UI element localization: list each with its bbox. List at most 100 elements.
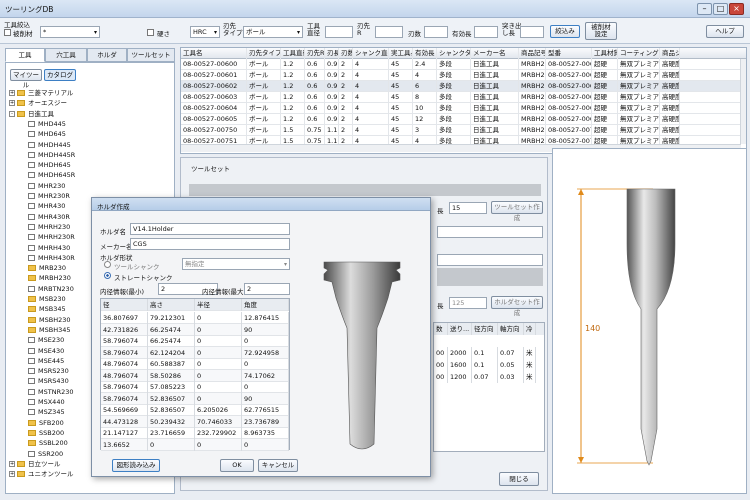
table-row[interactable]: 08-00527-00603 ボール 1.2 0.6 0.9 2 4 45 8 多段 日進工具 MRB… [181,92,740,103]
shape-table-row[interactable]: 13.6652 0 0 0 [101,438,289,451]
shape-table-row[interactable]: 21.147127 23.716659 232.729902 8.963735 [101,427,289,439]
column-header[interactable]: 刃先タイプ [247,48,281,59]
tree-item[interactable]: MHDH445 [28,141,71,150]
tree-item[interactable]: MSRS230 [28,367,69,376]
column-header[interactable]: 刃先R [305,48,325,59]
tree-item[interactable]: MHR230 [28,182,65,191]
tree-item[interactable]: MSRS430 [28,377,69,386]
effective-len-input[interactable] [474,26,498,38]
my-tool-button[interactable]: マイツール [10,69,42,89]
shape-table-row[interactable]: 58.796074 62.124204 0 72.924958 [101,346,289,359]
tab-tool[interactable]: 工具 [5,48,45,62]
shape-table-cell[interactable]: 半径 [195,299,242,311]
shape-table-cell[interactable]: 66.25474 [148,335,195,347]
shape-table-cell[interactable]: 42.731826 [101,323,148,336]
shape-table-cell[interactable]: 74.17062 [242,369,289,382]
table-row[interactable]: 08-00527-00605 ボール 1.2 0.6 0.9 2 4 45 12 多段 日進工具 MR… [181,114,740,125]
maximize-icon[interactable]: □ [713,3,728,15]
tree-item[interactable]: MHRH230R [28,233,75,242]
shape-table-cell[interactable]: 44.473128 [101,415,148,428]
expand-icon[interactable]: + [9,90,15,96]
table-row[interactable]: 08-00527-00602 ボール 1.2 0.6 0.9 2 4 45 6 多段 日進工具 MRB… [181,81,740,92]
shape-table-cell[interactable]: 23.716659 [148,427,195,439]
tree-item[interactable]: MHRH230 [28,223,70,232]
tool-shank-select[interactable]: 無指定 [182,258,290,270]
tree-item[interactable]: + ユニオンツール [9,470,74,479]
shape-table-cell[interactable]: 58.796074 [101,346,148,359]
shape-table-cell[interactable]: 58.50286 [148,369,195,382]
shape-table-cell[interactable]: 角度 [242,299,289,311]
table-row[interactable]: 08-00527-00601 ボール 1.2 0.6 0.9 2 4 45 4 多段 日進工具 MRB… [181,70,740,81]
flutes-input[interactable] [424,26,448,38]
expand-icon[interactable]: + [9,100,15,107]
grid-vscrollbar[interactable] [740,59,746,144]
shape-table-cell[interactable]: 232.729902 [195,427,242,439]
tree-item[interactable]: + 三菱マテリアル [9,89,73,98]
shape-table-row[interactable]: 48.796074 60.588387 0 0 [101,358,289,370]
material-select[interactable]: * [40,26,100,38]
shape-table-cell[interactable]: 0 [195,335,242,347]
tree-item[interactable]: MHDH645R [28,171,75,180]
shape-table-cell[interactable]: 0 [195,358,242,370]
help-button[interactable]: ヘルプ [706,25,744,38]
tree-item[interactable]: MHRH430R [28,254,75,263]
tree-item[interactable]: - 日進工具 [9,110,54,119]
shape-table-cell[interactable]: 13.6652 [101,438,148,451]
catalog-button[interactable]: カタログ [44,69,76,81]
close-icon[interactable]: × [729,3,744,15]
tip-r-input[interactable] [375,26,403,38]
shape-table-cell[interactable]: 高さ [148,299,195,311]
shape-table-cell[interactable]: 48.796074 [101,358,148,370]
expand-icon[interactable]: + [9,460,15,467]
shape-table-row[interactable]: 42.731826 66.25474 0 90 [101,323,289,336]
protrusion-input[interactable] [520,26,544,38]
shape-table-cell[interactable]: 0 [195,369,242,382]
shape-table-cell[interactable]: 72.924958 [242,346,289,359]
tree-item[interactable]: MSE445 [28,357,64,366]
material-settings-button[interactable]: 被削材 設定 [585,22,617,40]
tree-item[interactable]: MSE430 [28,347,64,356]
conditions-row[interactable]: 00 1600 0.1 0.05 米 [434,359,544,371]
inner-max-input[interactable]: 2 [244,283,290,295]
shape-table-cell[interactable]: 径 [101,299,148,311]
table-row[interactable]: 08-00527-00750 ボール 1.5 0.75 1.1 2 4 45 3 多段 日進工具 MR… [181,125,740,136]
shape-table-cell[interactable]: 66.25474 [148,323,195,336]
shape-table-cell[interactable]: 0 [195,323,242,336]
ok-button[interactable]: OK [220,459,254,472]
tab-holder[interactable]: ホルダ [87,48,127,62]
tree-item[interactable]: MHD645 [28,130,66,139]
tree-item[interactable]: MHDH445R [28,151,75,160]
shape-table-cell[interactable]: 0 [242,358,289,370]
shape-table-cell[interactable]: 57.085223 [148,381,195,393]
tree-item[interactable]: MHR430 [28,202,65,211]
expand-icon[interactable]: - [9,110,15,117]
shape-table-cell[interactable]: 62.124204 [148,346,195,359]
column-header[interactable]: 商品記号 [519,48,546,59]
tree-item[interactable]: MHRH430 [28,244,70,253]
shape-table-cell[interactable]: 50.239432 [148,415,195,428]
shape-table-cell[interactable]: 0 [195,346,242,359]
column-header[interactable]: 工具材質 [592,48,618,59]
shape-table-row[interactable]: 58.796074 57.085223 0 0 [101,381,289,393]
shape-table-cell[interactable]: 90 [242,392,289,405]
tree-item[interactable]: SSBL200 [28,439,68,448]
toolset-field-1[interactable] [437,226,543,238]
hardness-checkbox[interactable] [147,29,154,36]
column-header[interactable]: 工具直径 [281,48,305,59]
shape-table-row[interactable]: 54.569669 52.836507 6.205026 62.776515 [101,404,289,416]
shape-table-cell[interactable]: 0 [242,381,289,393]
expand-icon[interactable]: + [9,471,15,478]
holder-name-input[interactable]: V14.1Holder [130,223,290,235]
shape-table-row[interactable]: 44.473128 50.239432 70.746033 23.736789 [101,415,289,428]
column-header[interactable]: 刃数 [339,48,353,59]
shape-table-cell[interactable]: 36.807697 [101,312,148,324]
holder-len-input[interactable]: 125 [449,297,487,309]
column-header[interactable]: 刃長 [325,48,339,59]
shape-table-row[interactable]: 58.796074 52.836507 0 90 [101,392,289,405]
column-header[interactable]: 工具名 [181,48,247,59]
column-header[interactable]: 有効長 [413,48,437,59]
toolset-field-2[interactable] [437,254,543,266]
shape-table-cell[interactable]: 60.588387 [148,358,195,370]
shape-table-cell[interactable]: 58.796074 [101,335,148,347]
tree-item[interactable]: MSB230 [28,295,66,304]
